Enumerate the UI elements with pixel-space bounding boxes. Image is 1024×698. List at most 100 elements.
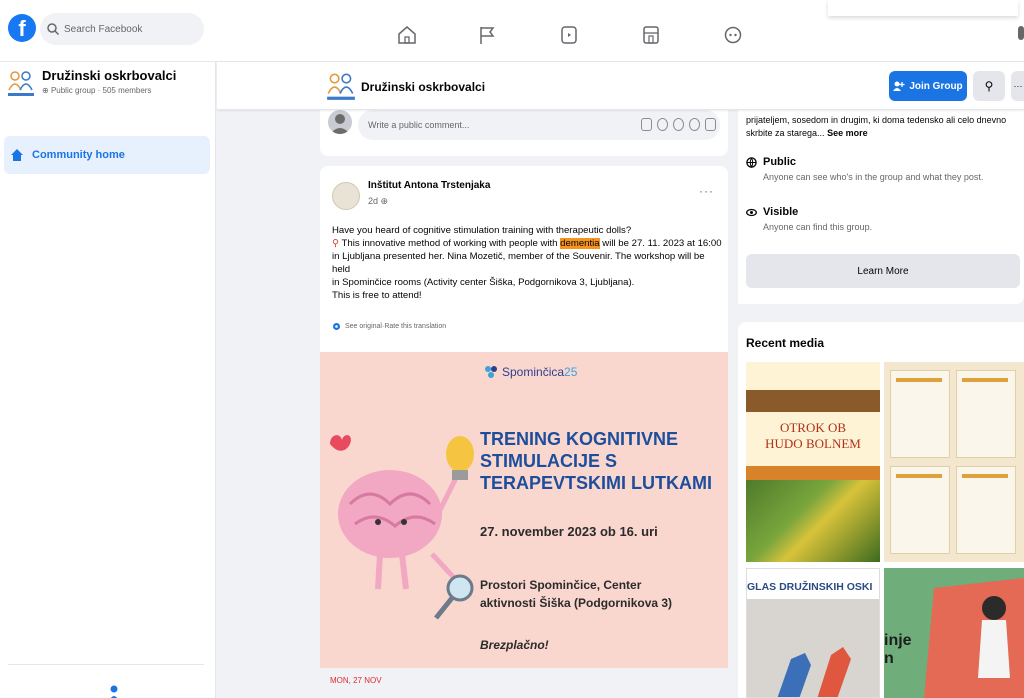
event-bar[interactable]: MON, 27 NOV — [320, 668, 728, 698]
media-tile[interactable]: GLAS DRUŽINSKIH OSKI — [746, 568, 880, 698]
see-more-link[interactable]: See more — [827, 128, 868, 138]
watch-icon[interactable] — [558, 24, 580, 46]
globe-icon: ⊕ — [380, 196, 389, 206]
learn-more-button[interactable]: Learn More — [746, 254, 1020, 288]
more-options-button[interactable]: ··· — [1011, 71, 1024, 101]
about-card: prijateljem, sosedom in drugim, ki doma … — [738, 100, 1024, 304]
tile-page — [890, 370, 950, 458]
group-logo-icon — [327, 73, 355, 100]
post-text: Have you heard of cognitive stimulation … — [332, 224, 722, 302]
sidebar-item-community-home[interactable]: Community home — [4, 136, 210, 174]
home-icon — [11, 149, 23, 161]
visibility-title: Visible — [746, 206, 1020, 218]
emoji-icon[interactable] — [657, 118, 668, 131]
group-meta: ⊕ Public group · 505 members — [42, 86, 176, 95]
notification-popup-edge — [828, 0, 1018, 16]
menu-icon[interactable] — [1018, 26, 1024, 40]
tile-page-bar — [896, 378, 942, 382]
see-original-link[interactable]: See original — [345, 323, 382, 330]
poster-place: Prostori Spominčice, Center aktivnosti Š… — [480, 576, 720, 612]
group-title[interactable]: Družinski oskrbovalci — [361, 80, 485, 94]
comment-placeholder: Write a public comment... — [368, 120, 470, 130]
search-icon: ⚲ — [984, 79, 994, 93]
facebook-logo[interactable]: f — [8, 14, 36, 42]
post-more-icon[interactable]: ··· — [699, 184, 714, 198]
privacy-title-text: Public — [763, 156, 797, 168]
tile-page-bar — [962, 378, 1008, 382]
pin-icon: ⚲ — [332, 238, 342, 249]
media-tile[interactable]: OTROK OB HUDO BOLNEM — [746, 362, 880, 562]
camera-icon[interactable] — [673, 118, 684, 131]
visibility-info: Visible Anyone can find this group. — [746, 206, 1020, 232]
post-author[interactable]: Inštitut Antona Trstenjaka — [368, 180, 490, 191]
join-group-label: Join Group — [909, 80, 963, 92]
translation-row: See original · Rate this translation — [332, 322, 446, 331]
top-navigation-bar: f Search Facebook — [0, 0, 1024, 62]
tile-photo — [746, 480, 880, 562]
comment-tools — [641, 118, 716, 131]
tile-title: OTROK OB HUDO BOLNEM — [746, 420, 880, 452]
poster-title-line: TERAPEVTSKIMI LUTKAMI — [480, 473, 712, 493]
visibility-desc: Anyone can find this group. — [763, 222, 873, 232]
brain-illustration — [330, 435, 474, 620]
poster-place-line: Prostori Spominčice, Center — [480, 578, 642, 592]
poster-title: TRENING KOGNITIVNE STIMULACIJE S TERAPEV… — [480, 428, 720, 494]
privacy-info: Public Anyone can see who's in the group… — [746, 156, 1020, 182]
post-image[interactable]: Spominčica 25 TRENING KOGNITIVNE STIMULAC… — [320, 352, 728, 668]
about-line: prijateljem, sosedom in drugim, ki doma … — [746, 115, 1007, 125]
person-icon — [110, 685, 118, 698]
poster-date: 27. november 2023 ob 16. uri — [480, 524, 658, 539]
privacy-desc: Anyone can see who's in the group and wh… — [763, 172, 984, 182]
media-tile[interactable] — [884, 362, 1024, 562]
home-icon[interactable] — [396, 24, 418, 46]
post-time[interactable]: 2d ⊕ — [368, 196, 388, 207]
tile-strip — [746, 466, 880, 480]
sticker-icon[interactable] — [641, 118, 652, 131]
globe-icon — [746, 156, 757, 168]
poster-logo-number: 25 — [564, 365, 578, 379]
hands-illustration — [777, 647, 851, 697]
highlighted-word: dementia — [560, 238, 600, 249]
post-line: Have you heard of cognitive stimulation … — [332, 225, 632, 236]
search-placeholder: Search Facebook — [64, 23, 143, 35]
search-icon — [47, 23, 60, 36]
group-meta-text: Public group · 505 members — [50, 86, 152, 95]
post-line: This is free to attend! — [332, 290, 422, 301]
search-input[interactable]: Search Facebook — [40, 13, 204, 45]
rate-translation-link[interactable]: Rate this translation — [384, 323, 446, 330]
sidebar-item-label: Community home — [32, 149, 125, 161]
post-time-text: 2d — [368, 196, 379, 206]
post-line: ⚲ This innovative method of working with… — [332, 237, 722, 250]
poster-title-line: TRENING KOGNITIVNE — [480, 429, 679, 449]
group-title[interactable]: Družinski oskrbovalci — [42, 68, 176, 83]
avatar[interactable] — [332, 182, 360, 210]
group-sticky-header: Družinski oskrbovalci Join Group ⚲ ··· — [217, 62, 1024, 110]
tile-page — [956, 466, 1016, 554]
privacy-title: Public — [746, 156, 1020, 168]
about-description: prijateljem, sosedom in drugim, ki doma … — [746, 114, 1020, 140]
attach-icon[interactable] — [705, 118, 716, 131]
group-header[interactable]: Družinski oskrbovalci ⊕ Public group · 5… — [6, 68, 210, 118]
group-logo-icon — [8, 71, 34, 96]
join-group-button[interactable]: Join Group — [889, 71, 967, 101]
avatar[interactable] — [328, 110, 352, 134]
recent-media-card: Recent media OTROK OB HUDO BOLNEM GLAS D… — [738, 322, 1024, 698]
post-line: in Spominčice rooms (Activity center Šiš… — [332, 277, 635, 288]
flag-icon[interactable] — [476, 24, 498, 46]
poster-place-line: aktivnosti Šiška (Podgornikova 3) — [480, 596, 673, 610]
event-day: MON, 27 NOV — [330, 676, 382, 685]
media-tile[interactable]: inje n — [884, 568, 1024, 698]
gear-icon — [333, 323, 340, 330]
recent-media-title: Recent media — [746, 336, 825, 350]
poster-title-line: STIMULACIJE S — [480, 451, 618, 471]
about-line-part: skrbite za starega... — [746, 128, 825, 138]
poster-logo-text: Spominčica — [502, 365, 565, 379]
tile-title: GLAS DRUŽINSKIH OSKI — [747, 581, 873, 593]
tile-title-line: OTROK OB — [779, 420, 847, 435]
poster-logo: Spominčica 25 — [482, 364, 577, 380]
poster-free: Brezplačno! — [480, 638, 549, 652]
gaming-icon[interactable] — [722, 24, 744, 46]
gif-icon[interactable] — [689, 118, 700, 131]
group-search-button[interactable]: ⚲ — [973, 71, 1005, 101]
marketplace-icon[interactable] — [640, 24, 662, 46]
